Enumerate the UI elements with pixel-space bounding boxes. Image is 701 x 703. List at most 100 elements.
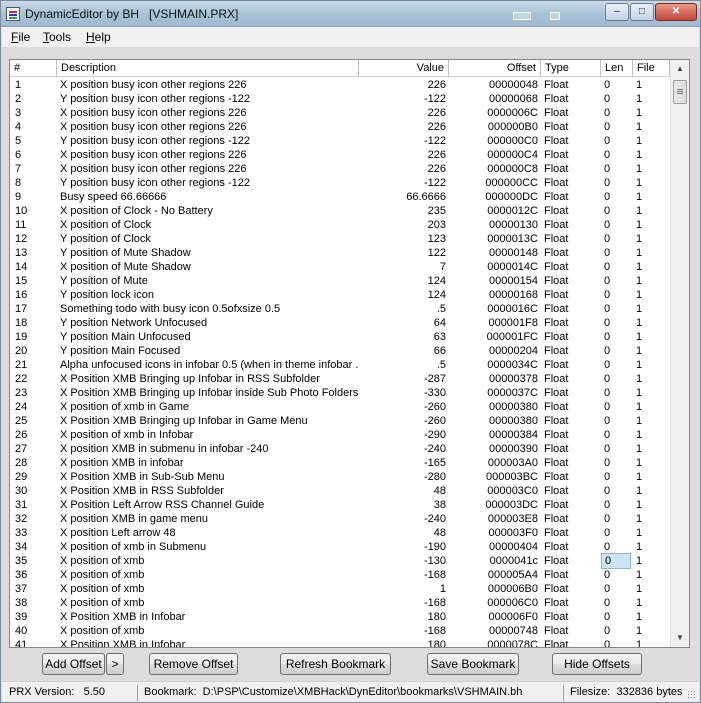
cell-value[interactable]: -168 — [359, 624, 449, 638]
cell-num[interactable]: 41 — [12, 638, 57, 647]
cell-file[interactable]: 1 — [633, 260, 670, 274]
cell-file[interactable]: 1 — [633, 92, 670, 106]
cell-num[interactable]: 2 — [12, 92, 57, 106]
cell-description[interactable]: Y position Main Focused — [57, 344, 359, 358]
cell-value[interactable]: -122 — [359, 92, 449, 106]
cell-offset[interactable]: 000003DC — [449, 498, 541, 512]
cell-num[interactable]: 3 — [12, 106, 57, 120]
cell-file[interactable]: 1 — [633, 470, 670, 484]
vertical-scrollbar[interactable]: ▲ ▼ — [670, 60, 689, 647]
cell-file[interactable]: 1 — [633, 456, 670, 470]
cell-file[interactable]: 1 — [633, 372, 670, 386]
cell-type[interactable]: Float — [541, 260, 601, 274]
cell-value[interactable]: 66.6666 — [359, 190, 449, 204]
table-row[interactable]: 4X position busy icon other regions 226 2… — [10, 120, 670, 134]
cell-type[interactable]: Float — [541, 414, 601, 428]
cell-offset[interactable]: 00000048 — [449, 78, 541, 92]
cell-offset[interactable]: 000006C0 — [449, 596, 541, 610]
cell-len[interactable]: 0 — [601, 190, 633, 204]
cell-len[interactable]: 0 — [601, 400, 633, 414]
cell-description[interactable]: X position busy icon other regions 226 — [57, 106, 359, 120]
cell-num[interactable]: 15 — [12, 274, 57, 288]
cell-description[interactable]: X position of Clock - No Battery — [57, 204, 359, 218]
cell-description[interactable]: X Position XMB in Infobar — [57, 638, 359, 647]
table-row[interactable]: 25 X Position XMB Bringing up Infobar in … — [10, 414, 670, 428]
cell-description[interactable]: Busy speed 66.66666 — [57, 190, 359, 204]
cell-value[interactable]: 123 — [359, 232, 449, 246]
cell-offset[interactable]: 0000014C — [449, 260, 541, 274]
cell-value[interactable]: 226 — [359, 106, 449, 120]
cell-type[interactable]: Float — [541, 148, 601, 162]
cell-offset[interactable]: 000001F8 — [449, 316, 541, 330]
column-header-type[interactable]: Type — [541, 60, 601, 77]
table-row[interactable]: 18 Y position Network Unfocused 64 000001F8… — [10, 316, 670, 330]
table-row[interactable]: 23 X Position XMB Bringing up Infobar ins… — [10, 386, 670, 400]
len-edit-field[interactable]: 0 — [601, 553, 631, 569]
cell-offset[interactable]: 000001FC — [449, 330, 541, 344]
cell-num[interactable]: 32 — [12, 512, 57, 526]
cell-num[interactable]: 18 — [12, 316, 57, 330]
cell-len[interactable]: 0 — [601, 260, 633, 274]
column-header-offset[interactable]: Offset — [449, 60, 541, 77]
cell-len[interactable]: 0 — [601, 638, 633, 647]
cell-type[interactable]: Float — [541, 176, 601, 190]
cell-num[interactable]: 7 — [12, 162, 57, 176]
cell-file[interactable]: 1 — [633, 400, 670, 414]
table-row[interactable]: 40 X position of xmb -168 00000748 Float 0 1 — [10, 624, 670, 638]
cell-description[interactable]: X position XMB in submenu in infobar -24… — [57, 442, 359, 456]
table-row[interactable]: 6X position busy icon other regions 226 2… — [10, 148, 670, 162]
cell-value[interactable]: 180 — [359, 638, 449, 647]
resize-grip[interactable] — [687, 690, 697, 700]
offset-grid[interactable]: # Description Value Offset Type Len File… — [9, 59, 690, 648]
cell-len[interactable]: 0 — [601, 120, 633, 134]
cell-description[interactable]: Y position of Mute — [57, 274, 359, 288]
cell-offset[interactable]: 000003E8 — [449, 512, 541, 526]
cell-value[interactable]: .5 — [359, 302, 449, 316]
table-row[interactable]: 13 Y position of Mute Shadow 122 00000148 Fl… — [10, 246, 670, 260]
cell-file[interactable]: 1 — [633, 316, 670, 330]
cell-len[interactable]: 0 — [601, 246, 633, 260]
cell-value[interactable]: 226 — [359, 120, 449, 134]
cell-value[interactable]: -287 — [359, 372, 449, 386]
cell-num[interactable]: 25 — [12, 414, 57, 428]
cell-value[interactable]: -168 — [359, 568, 449, 582]
refresh-bookmark-button[interactable]: Refresh Bookmark — [280, 653, 391, 675]
cell-description[interactable]: Y position busy icon other regions -122 — [57, 92, 359, 106]
cell-type[interactable]: Float — [541, 246, 601, 260]
cell-offset[interactable]: 0000037C — [449, 386, 541, 400]
cell-offset[interactable]: 000000C0 — [449, 134, 541, 148]
table-row[interactable]: 27 X position XMB in submenu in infobar -… — [10, 442, 670, 456]
cell-file[interactable]: 1 — [633, 162, 670, 176]
cell-offset[interactable]: 00000068 — [449, 92, 541, 106]
cell-num[interactable]: 11 — [12, 218, 57, 232]
cell-file[interactable]: 1 — [633, 120, 670, 134]
cell-file[interactable]: 1 — [633, 344, 670, 358]
column-header-description[interactable]: Description — [57, 60, 359, 77]
cell-num[interactable]: 26 — [12, 428, 57, 442]
cell-type[interactable]: Float — [541, 610, 601, 624]
cell-file[interactable]: 1 — [633, 106, 670, 120]
cell-file[interactable]: 1 — [633, 232, 670, 246]
cell-type[interactable]: Float — [541, 512, 601, 526]
cell-type[interactable]: Float — [541, 344, 601, 358]
cell-description[interactable]: X position Left arrow 48 — [57, 526, 359, 540]
cell-num[interactable]: 30 — [12, 484, 57, 498]
column-header-num[interactable]: # — [10, 60, 57, 77]
cell-value[interactable]: -330 — [359, 386, 449, 400]
cell-value[interactable]: -260 — [359, 414, 449, 428]
cell-len[interactable]: 0 — [601, 302, 633, 316]
cell-value[interactable]: 226 — [359, 78, 449, 92]
cell-type[interactable]: Float — [541, 190, 601, 204]
table-row[interactable]: 29 X Position XMB in Sub-Sub Menu -280 0000… — [10, 470, 670, 484]
cell-file[interactable]: 1 — [633, 498, 670, 512]
cell-type[interactable]: Float — [541, 358, 601, 372]
cell-len[interactable]: 0 — [601, 274, 633, 288]
table-row[interactable]: 21 Alpha unfocused icons in infobar 0.5 (… — [10, 358, 670, 372]
cell-offset[interactable]: 000003C0 — [449, 484, 541, 498]
table-row[interactable]: 33 X position Left arrow 48 48 000003F0 Floa… — [10, 526, 670, 540]
cell-value[interactable]: -122 — [359, 134, 449, 148]
cell-value[interactable]: -168 — [359, 596, 449, 610]
table-row[interactable]: 35 X position of xmb -130 0000041c Float 0 1 — [10, 553, 670, 569]
cell-description[interactable]: Something todo with busy icon 0.5ofxsize… — [57, 302, 359, 316]
cell-len[interactable]: 0 — [601, 484, 633, 498]
